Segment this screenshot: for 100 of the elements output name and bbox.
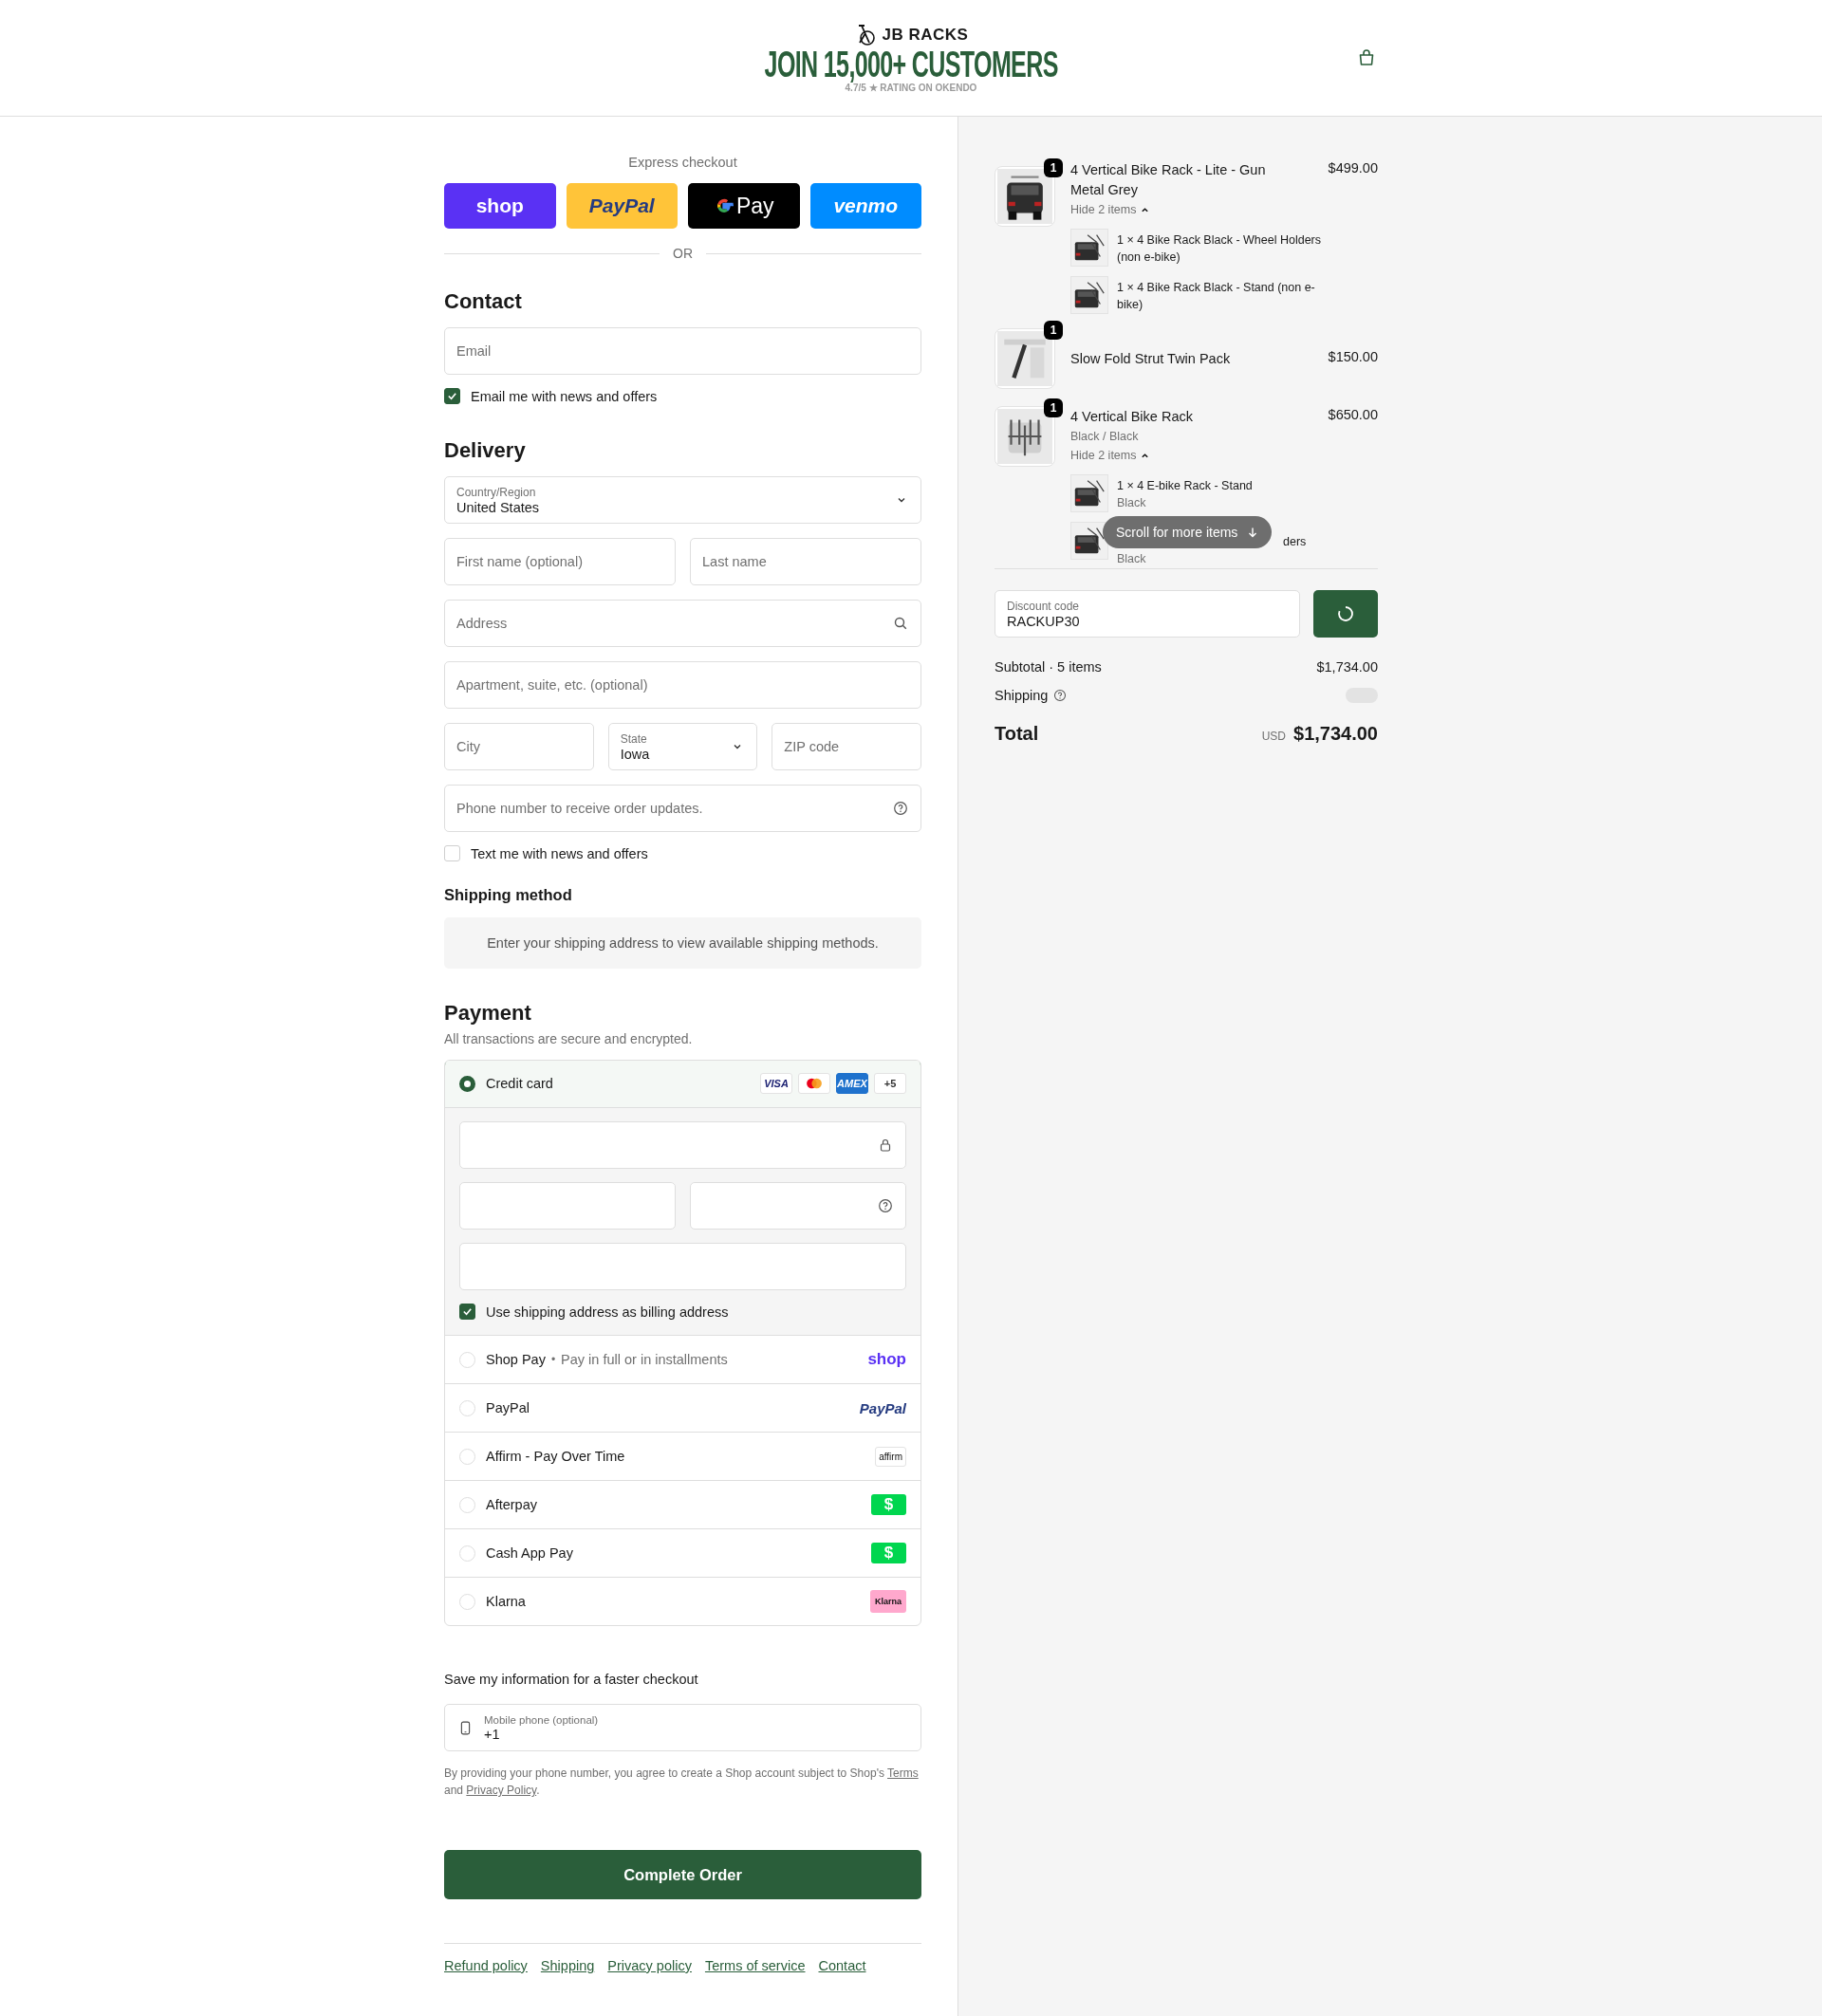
checkmark-icon <box>462 1306 473 1317</box>
component-name: 1 × 4 Bike Rack Black - Wheel Holders (non e-bike) <box>1117 233 1321 264</box>
radio-button[interactable] <box>459 1075 475 1092</box>
card-brand-badge: AMEX <box>836 1073 868 1094</box>
expiry-field[interactable] <box>459 1182 676 1230</box>
section-heading: Payment <box>444 1001 532 1026</box>
section-heading: Shipping method <box>444 886 573 904</box>
lock-icon <box>878 1137 893 1153</box>
payment-option-note: Pay in full or in installments <box>561 1352 728 1367</box>
payment-option[interactable]: Cash App Pay $ <box>445 1528 920 1577</box>
apply-discount-button[interactable] <box>1313 590 1378 638</box>
payment-logo: $ <box>871 1494 906 1515</box>
checkbox-label: Use shipping address as billing address <box>486 1304 729 1320</box>
footer-link[interactable]: Contact <box>818 1958 866 1973</box>
zip-code-field[interactable]: ZIP code <box>772 723 921 770</box>
express-checkout-title: Express checkout <box>627 155 738 170</box>
subtotal-label: Subtotal · 5 items <box>995 659 1102 675</box>
checkbox[interactable] <box>459 1304 475 1320</box>
checkbox-label: Text me with news and offers <box>471 845 648 861</box>
last-name-field[interactable]: Last name <box>690 538 921 585</box>
payment-logo: $ <box>871 1543 906 1563</box>
subtotal-value: $1,734.00 <box>1316 659 1378 675</box>
footer-link[interactable]: Shipping <box>540 1958 595 1973</box>
currency-code: USD <box>1261 730 1286 743</box>
hide-items-toggle[interactable]: Hide 2 items <box>1070 446 1378 465</box>
footer-link[interactable]: Privacy policy <box>607 1958 692 1973</box>
payment-logo: affirm <box>875 1446 906 1467</box>
shopping-bag-icon[interactable] <box>1357 48 1376 67</box>
payment-logo: PayPal <box>859 1399 906 1416</box>
security-code-field[interactable] <box>690 1182 906 1230</box>
card-number-field[interactable] <box>459 1121 906 1169</box>
card-brand-badge: VISA <box>760 1073 792 1094</box>
email-field[interactable]: Email <box>444 327 921 375</box>
first-name-field[interactable]: First name (optional) <box>444 538 676 585</box>
help-icon[interactable] <box>1053 689 1068 702</box>
payment-option-label: Credit card <box>486 1076 553 1091</box>
product-name: 4 Vertical Bike Rack - Lite - Gun Metal Grey <box>1070 161 1267 199</box>
mobile-phone-field[interactable]: Mobile phone (optional) +1 <box>444 1704 921 1751</box>
payment-subtitle: All transactions are secure and encrypted. <box>444 1031 694 1046</box>
product-name: 4 Vertical Bike Rack <box>1070 408 1193 426</box>
headline: JOIN 15,000+ CUSTOMERS <box>764 46 1058 83</box>
express-pay-button[interactable]: shop <box>444 183 556 229</box>
search-icon <box>893 616 908 631</box>
payment-option-label: Afterpay <box>486 1497 537 1512</box>
arrow-down-icon <box>1247 527 1259 538</box>
rating-text: 4.7/5 ★ RATING ON OKENDO <box>845 82 977 93</box>
express-pay-button[interactable]: PayPal <box>566 183 678 229</box>
footer-link[interactable]: Terms of service <box>704 1958 806 1973</box>
brand-name: JB RACKS <box>882 25 969 45</box>
quantity-badge: 1 <box>1044 398 1063 417</box>
card-brand-badge: +5 <box>874 1073 906 1094</box>
product-name: Slow Fold Strut Twin Pack <box>1070 350 1231 368</box>
payment-option[interactable]: Affirm - Pay Over Time affirm <box>445 1432 920 1480</box>
product-price: $650.00 <box>1328 407 1378 424</box>
component-variant: Black <box>1117 495 1147 511</box>
phone-field[interactable]: Phone number to receive order updates. <box>444 785 921 832</box>
or-separator: OR <box>673 246 693 261</box>
product-price: $150.00 <box>1328 349 1378 366</box>
footer-link[interactable]: Refund policy <box>444 1958 528 1973</box>
save-info-title: Save my information for a faster checkout <box>444 1672 699 1687</box>
payment-option-label: Affirm - Pay Over Time <box>486 1449 625 1464</box>
product-variant: Black / Black <box>1070 429 1140 445</box>
payment-option-label: PayPal <box>486 1400 530 1415</box>
section-heading: Delivery <box>444 438 527 463</box>
component-variant: Black <box>1117 551 1147 567</box>
payment-option[interactable]: Shop Pay • Pay in full or in installments shop <box>445 1335 920 1383</box>
quantity-badge: 1 <box>1044 321 1063 340</box>
address-field[interactable]: Address <box>444 600 921 647</box>
terms-link[interactable]: Terms <box>887 1766 919 1780</box>
help-icon[interactable] <box>878 1198 893 1213</box>
payment-option[interactable]: Klarna Klarna <box>445 1577 920 1625</box>
city-field[interactable]: City <box>444 723 594 770</box>
express-pay-button[interactable]: Pay <box>688 183 800 229</box>
total-label: Total <box>995 723 1039 745</box>
state-select[interactable]: State Iowa <box>607 723 758 770</box>
discount-code-field[interactable]: Discount code RACKUP30 <box>995 590 1300 638</box>
component-name: 1 × 4 Bike Rack Black - Stand (non e-bike) <box>1117 281 1315 311</box>
payment-option[interactable]: Afterpay $ <box>445 1480 920 1528</box>
legal-text: By providing your phone number, you agree to create a Shop account subject to Shop's Terms and Privacy Policy. <box>444 1766 920 1799</box>
checkbox[interactable] <box>444 388 460 404</box>
scroll-hint[interactable]: Scroll for more items <box>1103 516 1273 548</box>
apartment-field[interactable]: Apartment, suite, etc. (optional) <box>444 661 921 709</box>
component-name: ders <box>1283 535 1307 548</box>
quantity-badge: 1 <box>1044 158 1063 177</box>
shipping-label: Shipping <box>995 688 1049 703</box>
section-heading: Contact <box>444 289 523 314</box>
payment-option[interactable]: PayPal PayPal <box>445 1383 920 1432</box>
payment-logo: Klarna <box>870 1590 906 1613</box>
loading-spinner-icon <box>1336 604 1355 623</box>
complete-order-button[interactable]: Complete Order <box>444 1850 921 1899</box>
payment-option-label: Cash App Pay <box>486 1545 573 1561</box>
name-on-card-field[interactable] <box>459 1243 906 1290</box>
help-icon[interactable] <box>893 801 908 816</box>
phone-icon <box>460 1720 471 1735</box>
country-select[interactable]: Country/Region United States <box>444 476 921 524</box>
payment-option[interactable]: Credit card VISA AMEX +5 <box>445 1061 920 1108</box>
card-brand-icon <box>798 1073 830 1094</box>
payment-option-label: Klarna <box>486 1594 526 1609</box>
total-value: $1,734.00 <box>1293 723 1378 745</box>
hide-items-toggle[interactable]: Hide 2 items <box>1070 200 1378 219</box>
